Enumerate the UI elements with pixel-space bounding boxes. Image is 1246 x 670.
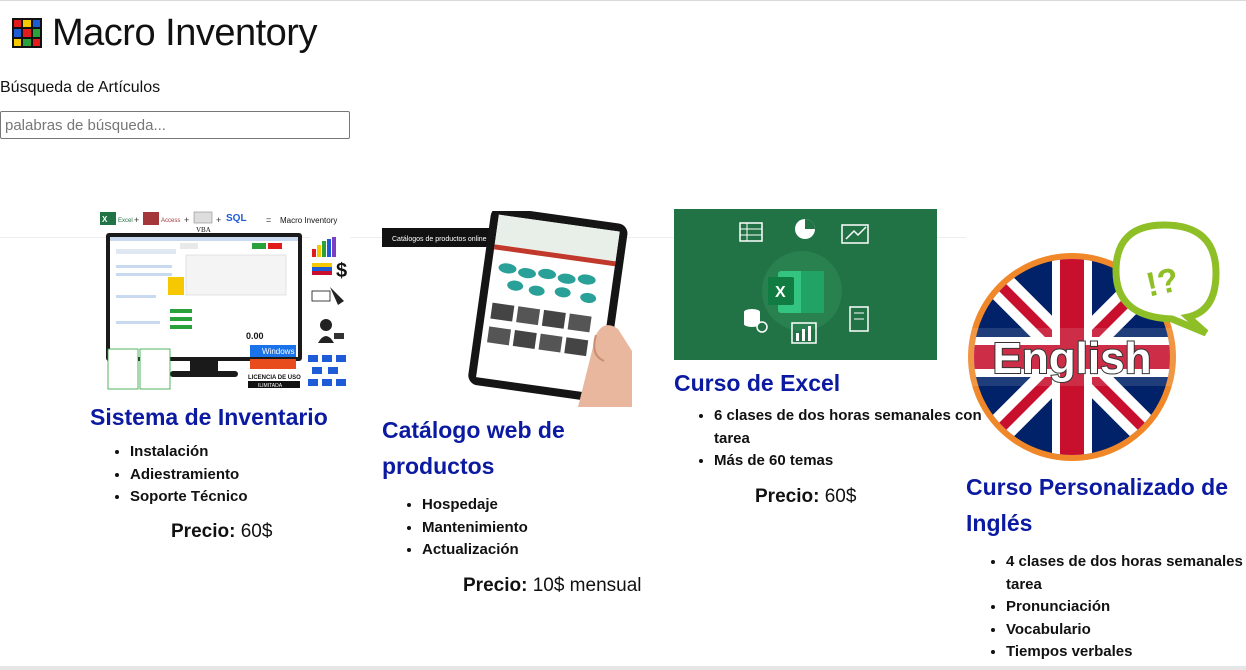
feature-item: Más de 60 temas (714, 450, 999, 473)
product-title[interactable]: Curso de Excel (674, 365, 959, 401)
product-title[interactable]: Catálogo web de productos (382, 412, 602, 484)
feature-list: Instalación Adiestramiento Soporte Técni… (90, 441, 360, 509)
svg-text:ILIMITADA: ILIMITADA (258, 383, 283, 389)
svg-text:LICENCIA DE USO: LICENCIA DE USO (248, 375, 301, 381)
svg-text:+: + (134, 215, 139, 225)
svg-text:+: + (184, 215, 189, 225)
feature-item: Tiempos verbales (1006, 641, 1246, 664)
svg-text:X: X (775, 284, 786, 301)
price-value: 60$ (240, 520, 273, 542)
excel-course-image[interactable]: X (674, 209, 937, 360)
top-border (0, 0, 1246, 1)
svg-text:English: English (993, 334, 1152, 383)
feature-item: Soporte Técnico (130, 486, 360, 509)
catalog-product-image[interactable]: Catálogos de productos online (382, 211, 632, 407)
svg-text:Windows: Windows (262, 347, 294, 356)
svg-text:Macro Inventory: Macro Inventory (280, 216, 337, 225)
svg-text:Catálogos de productos online: Catálogos de productos online (392, 236, 487, 243)
product-card-english: English !? Curso Personalizado de Inglés… (966, 211, 1246, 664)
search-input[interactable] (0, 111, 350, 139)
logo-grid-icon (12, 18, 42, 48)
feature-item: Adiestramiento (130, 464, 360, 487)
feature-item: Mantenimiento (422, 517, 652, 540)
feature-list: 6 clases de dos horas semanales con tare… (674, 405, 999, 473)
feature-item: Instalación (130, 441, 360, 464)
price-label: Precio: (463, 574, 528, 596)
svg-text:+: + (216, 215, 221, 225)
svg-text:$: $ (336, 260, 347, 282)
inventory-product-image[interactable]: X Excel + Access + VBA + SQL = Macro Inv… (98, 209, 354, 391)
feature-item: 4 clases de dos horas semanales con tare… (1006, 551, 1246, 596)
feature-item: Hospedaje (422, 494, 652, 517)
price: Precio: 60$ (171, 521, 360, 543)
svg-text:SQL: SQL (226, 213, 247, 224)
feature-list: Hospedaje Mantenimiento Actualización (382, 494, 652, 562)
feature-list: 4 clases de dos horas semanales con tare… (966, 551, 1246, 664)
feature-item: 6 clases de dos horas semanales con tare… (714, 405, 999, 450)
price-value: 60$ (824, 485, 857, 507)
product-title[interactable]: Sistema de Inventario (90, 399, 360, 435)
brand-name: Macro Inventory (52, 12, 317, 54)
search-label: Búsqueda de Artículos (0, 79, 161, 96)
feature-item: Pronunciación (1006, 596, 1246, 619)
svg-text:VBA: VBA (196, 226, 211, 234)
svg-text:0.00: 0.00 (246, 331, 264, 341)
product-card-catalog: Catálogos de productos online Catálogo w… (382, 211, 652, 597)
price: Precio: 10$ mensual (463, 575, 652, 597)
svg-text:X: X (102, 215, 108, 224)
product-card-inventory: X Excel + Access + VBA + SQL = Macro Inv… (90, 209, 360, 543)
svg-text:=: = (266, 215, 271, 225)
price-value: 10$ mensual (532, 574, 642, 596)
price-label: Precio: (755, 485, 820, 507)
english-course-image[interactable]: English !? (966, 211, 1228, 461)
svg-text:Excel: Excel (118, 218, 133, 224)
svg-text:Access: Access (161, 218, 180, 224)
horizontal-scrollbar[interactable] (0, 666, 1246, 670)
feature-item: Vocabulario (1006, 619, 1246, 642)
price-label: Precio: (171, 520, 236, 542)
product-card-excel: X Curso de Excel 6 clases de dos horas s… (674, 209, 982, 508)
price: Precio: 60$ (755, 486, 959, 508)
site-logo[interactable]: Macro Inventory (12, 14, 317, 52)
feature-item: Actualización (422, 539, 652, 562)
product-title[interactable]: Curso Personalizado de Inglés (966, 469, 1246, 541)
